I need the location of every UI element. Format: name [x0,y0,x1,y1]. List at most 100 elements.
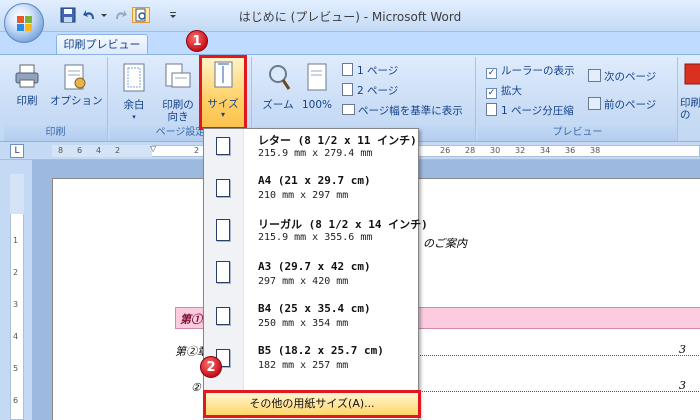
orientation-label-2: 向き [167,111,189,123]
step-badge-2: 2 [200,356,222,378]
ruler-margin [52,145,152,157]
vruler-number: 1 [13,236,19,245]
ribbon-tab-row: 印刷プレビュー [0,32,700,55]
menu-item-sub: 215.9 mm x 279.4 mm [258,148,373,159]
title-bar: はじめに (プレビュー) - Microsoft Word [0,0,700,32]
menu-item-b5[interactable]: B5 (18.2 x 25.7 cm) 182 mm x 257 mm [204,341,420,383]
print-button[interactable]: 印刷 [10,61,44,107]
ruler-number: 32 [515,146,526,155]
group-preview: ✓ ルーラーの表示 ✓ 拡大 1 ページ分圧縮 次のページ 前のページ プレビュー [478,57,678,141]
vruler-number: 4 [13,332,19,341]
menu-item-sub: 182 mm x 257 mm [258,360,349,371]
vruler-number: 2 [13,268,19,277]
close-preview-button[interactable]: 印刷プ の [680,59,700,121]
section-page: 3 [679,379,686,392]
menu-item-title: レター (8 1/2 x 11 インチ) [258,134,417,147]
prev-page-label: 前のページ [604,99,657,111]
show-ruler-label: ルーラーの表示 [501,65,575,77]
ruler-number: 26 [440,146,451,155]
ruler-number: 28 [465,146,476,155]
one-page-label: 1 ページ [357,65,399,77]
office-logo-icon [17,16,33,32]
orientation-button[interactable]: 印刷の 向き [156,61,200,123]
checkbox-checked-icon: ✓ [486,68,497,79]
menu-item-a4[interactable]: A4 (21 x 29.7 cm) 210 mm x 297 mm [204,171,420,213]
menu-item-legal[interactable]: リーガル (8 1/2 x 14 インチ) 215.9 mm x 355.6 m… [204,213,428,255]
next-page-button[interactable]: 次のページ [588,69,656,85]
shrink-one-page-label: 1 ページ分圧縮 [501,105,574,117]
one-page-icon [342,63,353,76]
page-width-icon [342,104,355,115]
vruler-number: 5 [13,364,19,373]
menu-item-b4[interactable]: B4 (25 x 35.4 cm) 250 mm x 354 mm [204,299,420,341]
ruler-number: 38 [590,146,601,155]
two-pages-label: 2 ページ [357,85,399,97]
ruler-number: 2 [115,146,121,155]
zoom-100-label: 100% [301,99,333,111]
office-button[interactable] [4,3,44,43]
show-ruler-checkbox[interactable]: ✓ ルーラーの表示 [486,63,575,79]
menu-item-title: B4 (25 x 35.4 cm) [258,302,371,315]
tab-selector-icon[interactable]: L [10,144,24,158]
menu-item-title: B5 (18.2 x 25.7 cm) [258,344,384,357]
size-button[interactable]: サイズ ▾ [199,55,247,130]
ruler-number: 6 [77,146,83,155]
group-preview-label: プレビュー [478,125,677,141]
ruler-number: 2 [194,146,200,155]
checkbox-checked-icon: ✓ [486,88,497,99]
page-width-button[interactable]: ページ幅を基準に表示 [342,103,463,119]
menu-item-a3[interactable]: A3 (29.7 x 42 cm) 297 mm x 420 mm [204,257,420,299]
step-badge-1: 1 [186,30,208,52]
close-preview-label-2: の [680,109,691,121]
zoom-button[interactable]: ズーム [260,61,296,111]
close-preview-label-1: 印刷プ [680,97,700,109]
options-icon [64,64,86,90]
page-size-icon [214,61,233,88]
page-100-icon [307,63,327,91]
orientation-label-1: 印刷の [162,99,194,111]
vruler-number: 3 [13,300,19,309]
margins-icon [123,63,145,92]
orientation-icon [165,63,191,88]
options-label: オプション [50,95,103,107]
zoom-100-button[interactable]: 100% [300,61,334,111]
margins-button[interactable]: 余白 ▾ [114,61,154,123]
printer-icon [15,64,39,88]
shrink-icon [486,103,497,116]
tab-print-preview[interactable]: 印刷プレビュー [56,34,148,55]
paper-icon [216,179,230,197]
zoom-label: ズーム [262,99,294,111]
chapter2-page: 3 [679,343,686,356]
size-label: サイズ [207,98,239,110]
menu-item-sub: 215.9 mm x 355.6 mm [258,232,373,243]
ruler-number: 4 [96,146,102,155]
prev-page-button[interactable]: 前のページ [588,97,656,113]
ruler-number: 34 [540,146,551,155]
ruler-number: 30 [490,146,501,155]
indent-marker-icon[interactable]: ▽ [150,144,156,153]
shrink-one-page-button[interactable]: 1 ページ分圧縮 [486,103,574,119]
paper-icon [216,261,230,283]
ruler-number: 8 [58,146,64,155]
two-pages-button[interactable]: 2 ページ [342,83,398,99]
menu-item-title: A4 (21 x 29.7 cm) [258,174,371,187]
paper-icon [216,219,230,241]
chevron-down-icon: ▾ [132,113,136,121]
close-preview-icon [684,63,700,85]
vertical-ruler[interactable]: 1 2 3 4 5 6 [0,160,32,420]
paper-icon [216,137,230,155]
magnifier-checkbox[interactable]: ✓ 拡大 [486,83,522,99]
options-button[interactable]: オプション [50,61,103,107]
menu-item-title: A3 (29.7 x 42 cm) [258,260,371,273]
menu-item-letter[interactable]: レター (8 1/2 x 11 インチ) 215.9 mm x 279.4 mm [204,129,420,171]
one-page-button[interactable]: 1 ページ [342,63,398,79]
window-title: はじめに (プレビュー) - Microsoft Word [238,10,462,24]
other-paper-sizes-button[interactable]: その他の用紙サイズ(A)... [203,390,421,418]
two-pages-icon [342,83,353,96]
print-label: 印刷 [16,95,38,107]
menu-item-sub: 297 mm x 420 mm [258,276,349,287]
menu-item-sub: 210 mm x 297 mm [258,190,349,201]
magnifier-icon [269,65,291,90]
vruler-margin [10,174,24,214]
vruler-number: 6 [13,396,19,405]
